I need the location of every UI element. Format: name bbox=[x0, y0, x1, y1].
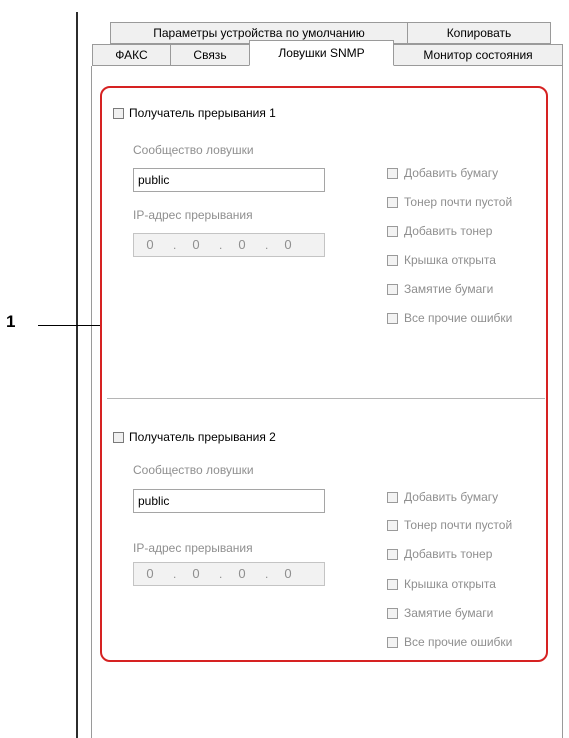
callout-leader-line bbox=[38, 325, 100, 326]
ip-octet: 0 bbox=[238, 566, 246, 581]
ip-octet: 0 bbox=[146, 237, 154, 252]
receiver-2-event-checkbox[interactable] bbox=[387, 637, 398, 648]
receiver-2-event-label: Замятие бумаги bbox=[404, 606, 494, 620]
ip-octet: 0 bbox=[192, 566, 200, 581]
receiver-2-event-checkbox[interactable] bbox=[387, 492, 398, 503]
receiver-1-community-label: Сообщество ловушки bbox=[133, 143, 254, 157]
receiver-1-event-checkbox[interactable] bbox=[387, 226, 398, 237]
receiver-2-label: Получатель прерывания 2 bbox=[129, 430, 276, 444]
receiver-1-checkbox[interactable] bbox=[113, 108, 124, 119]
receiver-2-event-label: Тонер почти пустой bbox=[404, 518, 513, 532]
receiver-1-event-label: Замятие бумаги bbox=[404, 282, 494, 296]
receiver-1-ip-label: IP-адрес прерывания bbox=[133, 208, 253, 222]
receiver-2-community-input[interactable]: public bbox=[133, 489, 325, 513]
receiver-2-event-checkbox[interactable] bbox=[387, 549, 398, 560]
receiver-1-event-label: Крышка открыта bbox=[404, 253, 496, 267]
tab-snmp-traps[interactable]: Ловушки SNMP bbox=[249, 40, 394, 66]
group-divider bbox=[107, 398, 545, 399]
ip-octet: 0 bbox=[192, 237, 200, 252]
receiver-1-event-checkbox[interactable] bbox=[387, 284, 398, 295]
receiver-2-event-checkbox[interactable] bbox=[387, 608, 398, 619]
ip-octet: 0 bbox=[284, 237, 292, 252]
tab-status-monitor[interactable]: Монитор состояния bbox=[393, 44, 563, 66]
receiver-1-event-label: Добавить тонер bbox=[404, 224, 493, 238]
receiver-1-community-input[interactable]: public bbox=[133, 168, 325, 192]
receiver-1-event-checkbox[interactable] bbox=[387, 168, 398, 179]
ip-octet: 0 bbox=[284, 566, 292, 581]
callout-number: 1 bbox=[6, 312, 16, 331]
receiver-1-event-checkbox[interactable] bbox=[387, 197, 398, 208]
ip-dot: . bbox=[219, 567, 223, 581]
receiver-1-event-label: Добавить бумагу bbox=[404, 166, 499, 180]
window-edge bbox=[76, 12, 78, 738]
ip-dot: . bbox=[265, 238, 269, 252]
receiver-2-event-label: Добавить бумагу bbox=[404, 490, 499, 504]
receiver-1-event-checkbox[interactable] bbox=[387, 255, 398, 266]
ip-dot: . bbox=[219, 238, 223, 252]
receiver-1-label: Получатель прерывания 1 bbox=[129, 106, 276, 120]
receiver-1-event-label: Тонер почти пустой bbox=[404, 195, 513, 209]
receiver-1-event-label: Все прочие ошибки bbox=[404, 311, 513, 325]
ip-dot: . bbox=[173, 238, 177, 252]
receiver-2-ip-input[interactable]: 0 . 0 . 0 . 0 bbox=[133, 562, 325, 586]
tab-copy[interactable]: Копировать bbox=[407, 22, 551, 44]
receiver-2-community-label: Сообщество ловушки bbox=[133, 463, 254, 477]
receiver-2-ip-label: IP-адрес прерывания bbox=[133, 541, 253, 555]
ip-dot: . bbox=[173, 567, 177, 581]
receiver-2-event-checkbox[interactable] bbox=[387, 579, 398, 590]
receiver-1-ip-input[interactable]: 0 . 0 . 0 . 0 bbox=[133, 233, 325, 257]
receiver-2-event-label: Добавить тонер bbox=[404, 547, 493, 561]
ip-octet: 0 bbox=[238, 237, 246, 252]
receiver-1-event-checkbox[interactable] bbox=[387, 313, 398, 324]
receiver-2-event-label: Все прочие ошибки bbox=[404, 635, 513, 649]
ip-octet: 0 bbox=[146, 566, 154, 581]
tab-connection[interactable]: Связь bbox=[170, 44, 250, 66]
receiver-2-checkbox[interactable] bbox=[113, 432, 124, 443]
receiver-2-event-label: Крышка открыта bbox=[404, 577, 496, 591]
tab-fax[interactable]: ФАКС bbox=[92, 44, 171, 66]
ip-dot: . bbox=[265, 567, 269, 581]
receiver-2-event-checkbox[interactable] bbox=[387, 520, 398, 531]
